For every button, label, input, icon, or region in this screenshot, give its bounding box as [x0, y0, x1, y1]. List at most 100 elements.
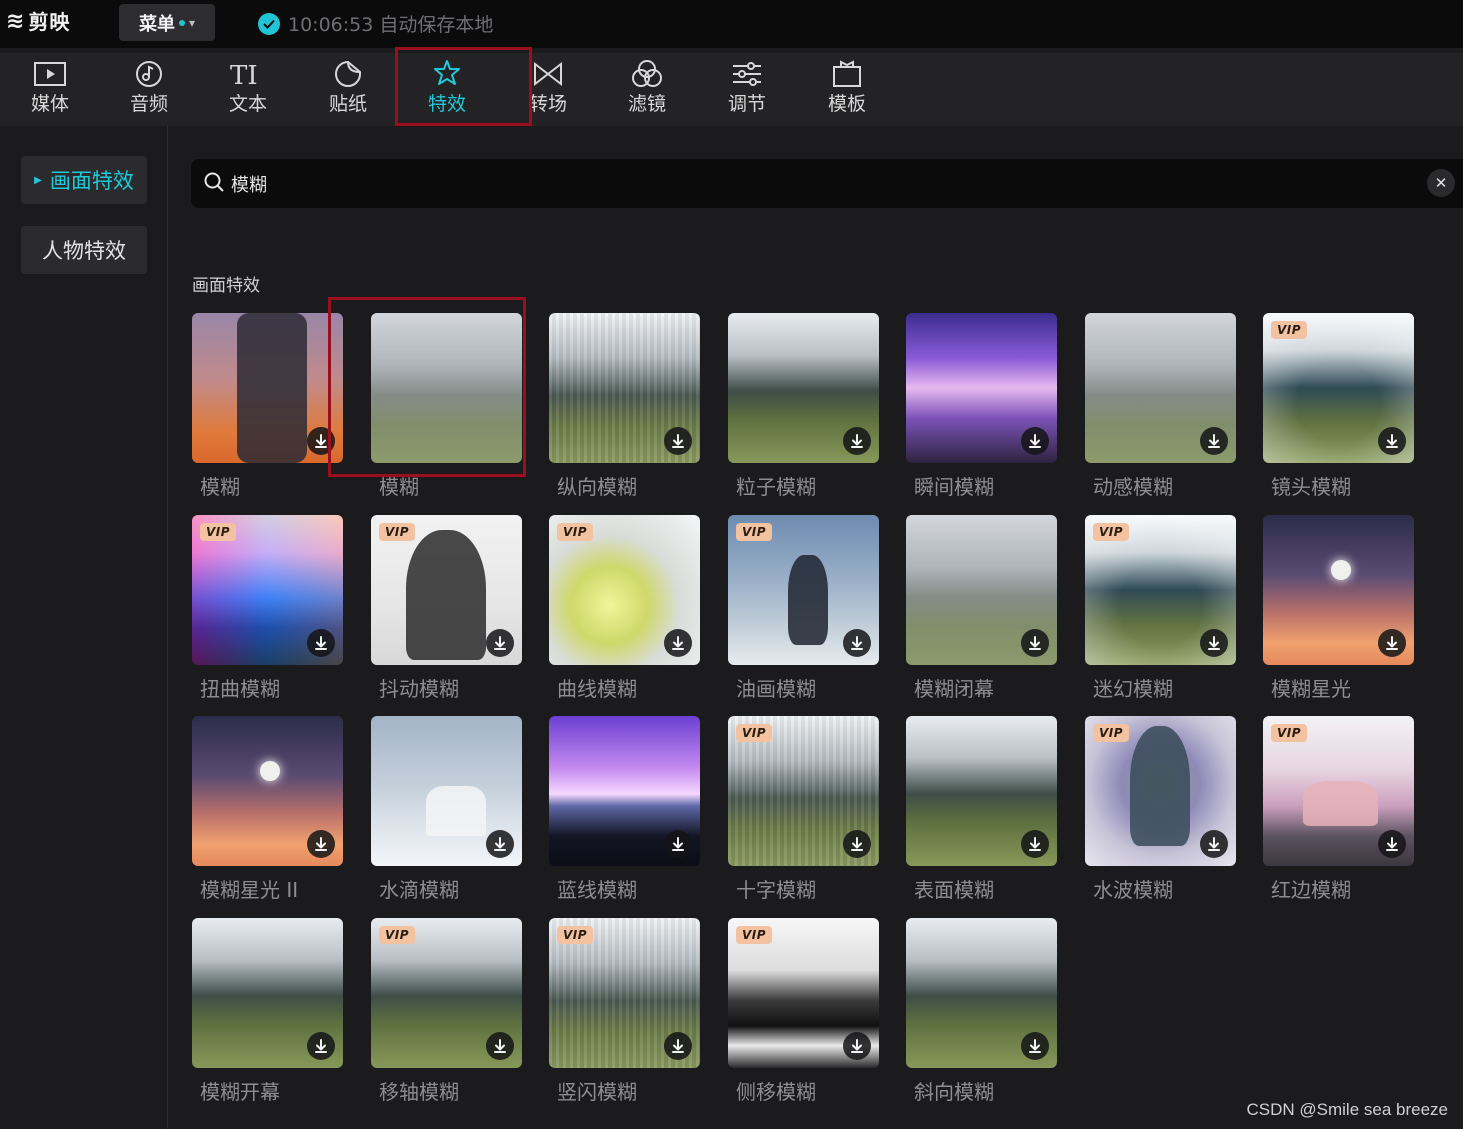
- effect-thumbnail[interactable]: [192, 716, 343, 866]
- moon-icon: [1331, 560, 1351, 580]
- download-icon[interactable]: [664, 830, 692, 858]
- effect-card[interactable]: VIP 水波模糊: [1085, 716, 1236, 906]
- effect-thumbnail[interactable]: VIP: [728, 515, 879, 665]
- effect-card[interactable]: VIP 抖动模糊: [371, 515, 522, 705]
- download-icon[interactable]: [486, 830, 514, 858]
- effect-card[interactable]: 瞬间模糊: [906, 313, 1057, 503]
- effect-thumbnail[interactable]: [192, 918, 343, 1068]
- download-icon[interactable]: [843, 629, 871, 657]
- download-icon[interactable]: [307, 427, 335, 455]
- download-icon[interactable]: [843, 830, 871, 858]
- download-icon[interactable]: [1378, 629, 1406, 657]
- download-icon[interactable]: [307, 1032, 335, 1060]
- effect-thumbnail[interactable]: VIP: [371, 515, 522, 665]
- download-icon[interactable]: [843, 427, 871, 455]
- effect-card[interactable]: VIP 迷幻模糊: [1085, 515, 1236, 705]
- effect-card[interactable]: VIP 油画模糊: [728, 515, 879, 705]
- tab-sticker[interactable]: 贴纸: [298, 57, 398, 123]
- download-icon[interactable]: [1200, 427, 1228, 455]
- effect-card[interactable]: VIP 十字模糊: [728, 716, 879, 906]
- effect-thumbnail[interactable]: VIP: [549, 918, 700, 1068]
- effect-thumbnail[interactable]: [371, 716, 522, 866]
- thumbnail-subject: [788, 555, 828, 645]
- download-icon[interactable]: [664, 629, 692, 657]
- effect-card[interactable]: 纵向模糊: [549, 313, 700, 503]
- effect-card[interactable]: 水滴模糊: [371, 716, 522, 906]
- tab-media[interactable]: 媒体: [0, 57, 100, 123]
- download-icon[interactable]: [307, 830, 335, 858]
- effect-thumbnail[interactable]: [728, 313, 879, 463]
- effect-card[interactable]: 模糊星光 II: [192, 716, 343, 906]
- download-icon[interactable]: [1378, 427, 1406, 455]
- effect-label: 蓝线模糊: [557, 878, 637, 902]
- effect-card[interactable]: VIP 红边模糊: [1263, 716, 1414, 906]
- download-icon[interactable]: [1200, 629, 1228, 657]
- effect-thumbnail[interactable]: VIP: [1085, 515, 1236, 665]
- effect-label: 水滴模糊: [379, 878, 459, 902]
- effect-card[interactable]: 表面模糊: [906, 716, 1057, 906]
- effect-thumbnail[interactable]: VIP: [1085, 716, 1236, 866]
- effect-card[interactable]: VIP 镜头模糊: [1263, 313, 1414, 503]
- tab-filter[interactable]: 滤镜: [597, 57, 697, 123]
- svg-text:TI: TI: [230, 61, 258, 88]
- tab-template[interactable]: 模板: [797, 57, 897, 123]
- effect-card[interactable]: VIP 侧移模糊: [728, 918, 879, 1108]
- download-icon[interactable]: [1021, 830, 1049, 858]
- download-icon[interactable]: [1378, 830, 1406, 858]
- tab-audio[interactable]: 音频: [99, 57, 199, 123]
- download-icon[interactable]: [1200, 830, 1228, 858]
- effect-thumbnail[interactable]: VIP: [549, 515, 700, 665]
- effect-thumbnail[interactable]: VIP: [1263, 313, 1414, 463]
- effect-card[interactable]: 模糊星光: [1263, 515, 1414, 705]
- effect-thumbnail[interactable]: VIP: [728, 918, 879, 1068]
- download-icon[interactable]: [664, 1032, 692, 1060]
- effect-card[interactable]: 粒子模糊: [728, 313, 879, 503]
- effect-card[interactable]: VIP 竖闪模糊: [549, 918, 700, 1108]
- effect-card[interactable]: 斜向模糊: [906, 918, 1057, 1108]
- effect-thumbnail[interactable]: [1263, 515, 1414, 665]
- effect-thumbnail[interactable]: VIP: [371, 918, 522, 1068]
- download-icon[interactable]: [1021, 427, 1049, 455]
- effect-card[interactable]: 蓝线模糊: [549, 716, 700, 906]
- tab-adjust[interactable]: 调节: [697, 57, 797, 123]
- effect-thumbnail[interactable]: [549, 716, 700, 866]
- sidebar-item-scene-effects[interactable]: ▶ 画面特效: [21, 156, 147, 204]
- effect-thumbnail[interactable]: [906, 313, 1057, 463]
- clear-search-icon[interactable]: ✕: [1427, 169, 1455, 197]
- tab-text[interactable]: TI 文本: [198, 57, 298, 123]
- effect-thumbnail[interactable]: [549, 313, 700, 463]
- download-icon[interactable]: [486, 1032, 514, 1060]
- download-icon[interactable]: [843, 1032, 871, 1060]
- menu-button[interactable]: 菜单 ▾: [119, 4, 215, 41]
- tab-transition[interactable]: 转场: [498, 57, 598, 123]
- effect-label: 水波模糊: [1093, 878, 1173, 902]
- effect-thumbnail[interactable]: VIP: [1263, 716, 1414, 866]
- vip-badge: VIP: [379, 926, 416, 944]
- effect-card[interactable]: 模糊闭幕: [906, 515, 1057, 705]
- effect-card[interactable]: 模糊: [192, 313, 343, 503]
- download-icon[interactable]: [1021, 1032, 1049, 1060]
- effect-thumbnail[interactable]: VIP: [192, 515, 343, 665]
- download-icon[interactable]: [307, 629, 335, 657]
- download-icon[interactable]: [1021, 629, 1049, 657]
- effect-card[interactable]: VIP 扭曲模糊: [192, 515, 343, 705]
- effect-thumbnail[interactable]: [371, 313, 522, 463]
- effect-thumbnail[interactable]: VIP: [728, 716, 879, 866]
- download-icon[interactable]: [486, 629, 514, 657]
- effect-thumbnail[interactable]: [906, 716, 1057, 866]
- tab-effects[interactable]: 特效: [397, 57, 497, 123]
- effect-card[interactable]: 模糊开幕: [192, 918, 343, 1108]
- effect-thumbnail[interactable]: [1085, 313, 1236, 463]
- effect-card[interactable]: 模糊: [371, 313, 522, 503]
- effect-label: 侧移模糊: [736, 1080, 816, 1104]
- effect-thumbnail[interactable]: [192, 313, 343, 463]
- effect-card[interactable]: 动感模糊: [1085, 313, 1236, 503]
- effect-card[interactable]: VIP 曲线模糊: [549, 515, 700, 705]
- text-icon: TI: [228, 57, 268, 91]
- download-icon[interactable]: [664, 427, 692, 455]
- sidebar-item-person-effects[interactable]: 人物特效: [21, 226, 147, 274]
- effect-thumbnail[interactable]: [906, 515, 1057, 665]
- effect-thumbnail[interactable]: [906, 918, 1057, 1068]
- effect-card[interactable]: VIP 移轴模糊: [371, 918, 522, 1108]
- search-input[interactable]: [231, 173, 1431, 194]
